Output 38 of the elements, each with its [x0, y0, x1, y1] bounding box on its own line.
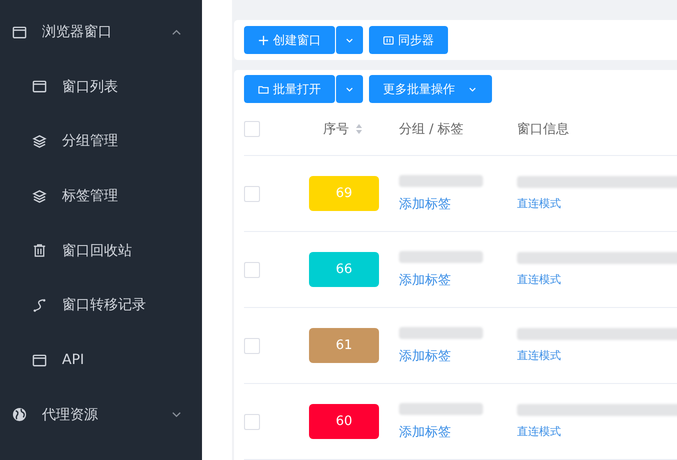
menu-group[interactable]: 浏览器窗口	[0, 12, 202, 52]
number-badge: 61	[309, 328, 379, 363]
menu-item[interactable]: 标签管理	[0, 176, 202, 216]
menu-item[interactable]: API	[0, 340, 202, 380]
column-header: 分组 / 标签	[399, 122, 464, 137]
row-checkbox[interactable]	[244, 262, 260, 278]
row-checkbox[interactable]	[244, 414, 260, 430]
trash-icon	[32, 243, 47, 258]
menu-group[interactable]: 代理资源	[0, 394, 202, 435]
window-icon	[12, 24, 27, 40]
grid-icon	[383, 34, 394, 46]
column-header: 窗口信息	[517, 122, 569, 137]
menu-item[interactable]: 分组管理	[0, 121, 202, 162]
dropdown-button[interactable]	[336, 75, 363, 103]
folder-icon	[258, 84, 269, 94]
route-icon	[32, 298, 47, 313]
column-header: 序号	[323, 121, 349, 138]
menu-item[interactable]: 窗口列表	[0, 66, 202, 107]
window-icon	[32, 352, 47, 368]
connection-mode: 直连模式	[517, 272, 562, 287]
connection-mode: 直连模式	[517, 348, 562, 363]
sort-icon[interactable]	[355, 123, 363, 135]
layers-icon	[32, 134, 47, 149]
number-badge: 69	[309, 176, 379, 211]
menu-item[interactable]: 窗口回收站	[0, 230, 202, 271]
number-badge: 66	[309, 252, 379, 287]
layers-icon	[32, 188, 47, 204]
connection-mode: 直连模式	[517, 196, 562, 211]
menu-item[interactable]: 窗口转移记录	[0, 285, 202, 326]
dropdown-button[interactable]	[336, 26, 363, 54]
globe-icon	[12, 407, 27, 422]
row-checkbox[interactable]	[244, 186, 260, 202]
plus-icon	[258, 34, 269, 46]
row-checkbox[interactable]	[244, 338, 260, 354]
connection-mode: 直连模式	[517, 424, 562, 439]
number-badge: 60	[309, 404, 379, 439]
window-icon	[32, 79, 47, 94]
select-all-checkbox[interactable]	[244, 121, 260, 137]
